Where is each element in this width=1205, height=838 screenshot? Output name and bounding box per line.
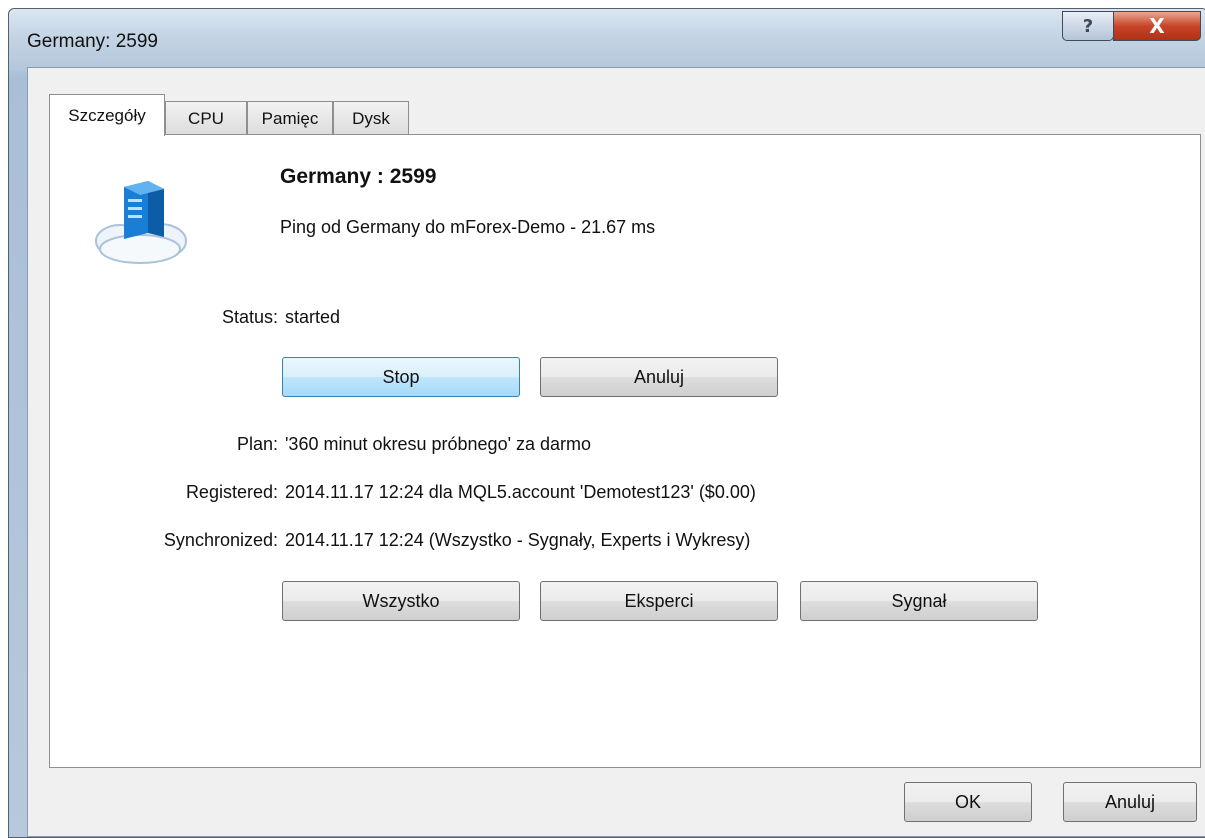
ping-text: Ping od Germany do mForex-Demo - 21.67 m… <box>280 217 656 237</box>
cancel-button[interactable]: Anuluj <box>1063 782 1197 822</box>
tab-details[interactable]: Szczegóły <box>49 94 165 136</box>
ok-button[interactable]: OK <box>904 782 1032 822</box>
details-panel: Germany : 2599 Ping od Germany do mForex… <box>49 134 1201 768</box>
status-value: started <box>285 307 341 327</box>
close-button[interactable]: X <box>1113 11 1201 41</box>
registered-value: 2014.11.17 12:24 dla MQL5.account 'Demot… <box>285 482 756 502</box>
sync-all-button[interactable]: Wszystko <box>282 581 520 621</box>
cancel-server-button[interactable]: Anuluj <box>540 357 778 397</box>
plan-label: Plan: <box>236 434 278 454</box>
plan-value: '360 minut okresu próbnego' za darmo <box>285 434 592 454</box>
tab-disk[interactable]: Dysk <box>333 101 409 135</box>
window-title: Germany: 2599 <box>27 31 158 52</box>
sync-experts-button[interactable]: Eksperci <box>540 581 778 621</box>
title-bar[interactable]: Germany: 2599 ? X <box>9 9 1205 71</box>
dialog-window: Germany: 2599 ? X Szczegóły CPU Pamięc D… <box>8 8 1205 838</box>
stop-button[interactable]: Stop <box>282 357 520 397</box>
server-title: Germany : 2599 <box>280 165 437 188</box>
registered-label: Registered: <box>185 482 278 502</box>
help-button[interactable]: ? <box>1062 11 1114 41</box>
tab-memory[interactable]: Pamięc <box>247 101 333 135</box>
synchronized-value: 2014.11.17 12:24 (Wszystko - Sygnały, Ex… <box>285 530 751 550</box>
status-label: Status: <box>221 307 278 327</box>
synchronized-label: Synchronized: <box>163 530 278 550</box>
dialog-client: Szczegóły CPU Pamięc Dysk Germany : 2599… <box>27 67 1205 837</box>
cloud-server-icon <box>95 181 187 264</box>
sync-signal-button[interactable]: Sygnał <box>800 581 1038 621</box>
tab-cpu[interactable]: CPU <box>165 101 247 135</box>
